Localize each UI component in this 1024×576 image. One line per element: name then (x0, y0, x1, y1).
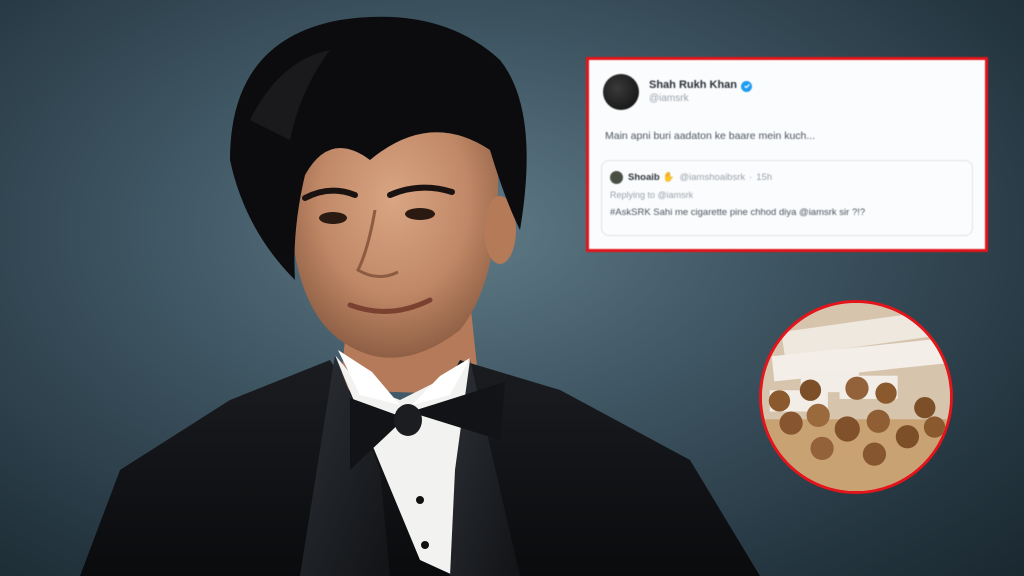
quote-avatar (610, 171, 623, 184)
quote-text: #AskSRK Sahi me cigarette pine chhod diy… (610, 207, 866, 218)
emoji-icon: ✋ (662, 172, 675, 183)
verified-badge-icon (741, 80, 753, 92)
tweet-handle: @iamsrk (649, 92, 689, 104)
tweet-text: Main apni buri aadaton ke baare mein kuc… (605, 130, 816, 142)
quote-display-name: Shoaib (628, 172, 660, 183)
separator-dot: · (749, 172, 753, 183)
tweet-screenshot: Shah Rukh Khan @iamsrk Main apni buri aa… (586, 57, 988, 252)
tweet-header: Shah Rukh Khan @iamsrk (603, 74, 753, 110)
avatar (603, 74, 639, 110)
quoted-tweet: Shoaib ✋ @iamshoaibsrk · 15h Replying to… (601, 160, 973, 236)
replying-to: Replying to @iamsrk (610, 190, 694, 200)
cigarettes-inset (759, 300, 953, 494)
quote-time: 15h (756, 172, 773, 183)
tweet-display-name: Shah Rukh Khan (649, 79, 738, 92)
quote-handle: @iamshoaibsrk (679, 172, 746, 183)
